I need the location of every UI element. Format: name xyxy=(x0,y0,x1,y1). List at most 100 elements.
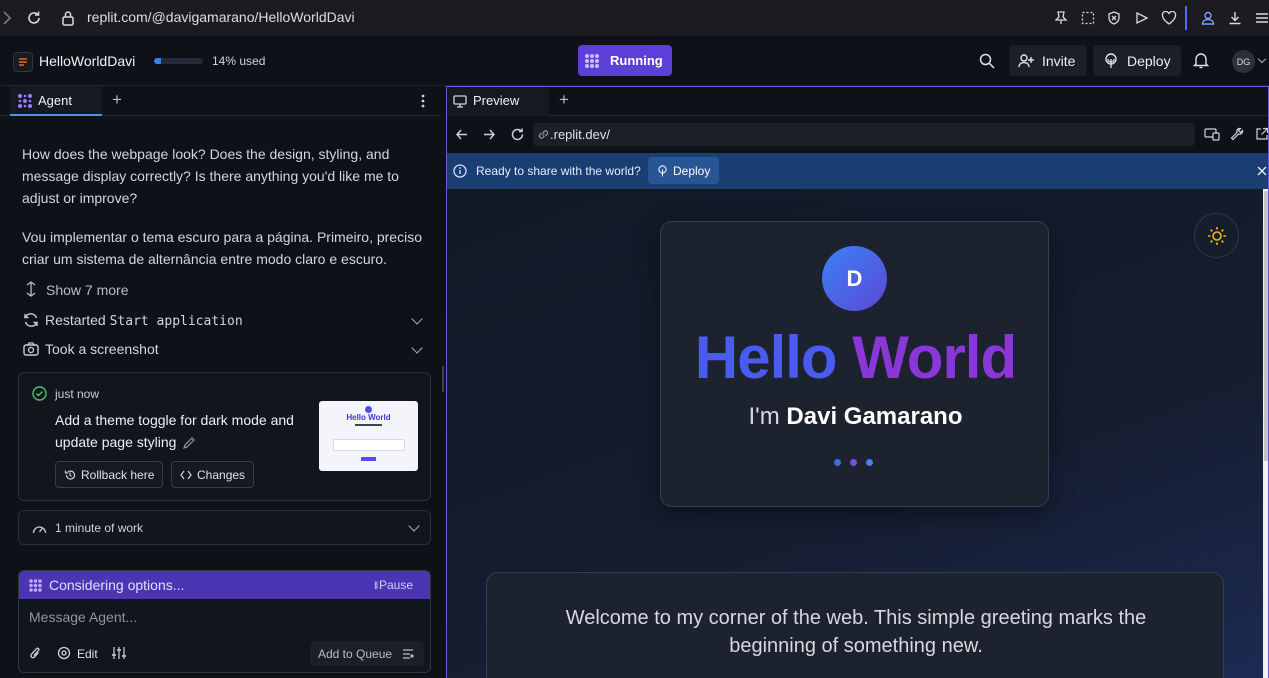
attach-icon[interactable] xyxy=(29,646,41,661)
tab-preview-label: Preview xyxy=(473,93,520,108)
checkpoint-time: just now xyxy=(55,387,100,401)
search-icon[interactable] xyxy=(979,53,995,69)
reload-icon[interactable] xyxy=(510,127,525,142)
restart-icon xyxy=(23,312,39,328)
download-icon[interactable] xyxy=(1228,11,1242,25)
project-name[interactable]: HelloWorldDavi xyxy=(39,53,135,69)
thumb-card xyxy=(333,439,405,451)
close-icon[interactable] xyxy=(1257,166,1267,176)
avatar-chevron-icon[interactable] xyxy=(1257,54,1267,64)
run-status-label: Running xyxy=(610,53,663,68)
profile-avatar: D xyxy=(822,246,887,311)
play-icon[interactable] xyxy=(1135,11,1149,25)
external-link-icon[interactable] xyxy=(1255,127,1268,141)
considering-label: Considering options... xyxy=(49,577,185,593)
lock-icon xyxy=(61,10,75,26)
edit-button[interactable]: Edit xyxy=(77,647,98,661)
browser-toolbar: replit.com/@davigamarano/HelloWorldDavi xyxy=(0,0,1269,36)
usage-bar xyxy=(154,58,203,64)
heart-icon[interactable] xyxy=(1161,11,1177,25)
welcome-card: Welcome to my corner of the web. This si… xyxy=(486,572,1224,678)
rollback-button[interactable]: Rollback here xyxy=(55,461,164,488)
menu-icon[interactable] xyxy=(1255,11,1269,25)
agent-message-2: Vou implementar o tema escuro para a pág… xyxy=(22,229,422,267)
subtitle-name: Davi Gamarano xyxy=(786,403,963,430)
back-icon[interactable] xyxy=(456,129,468,140)
toolbar-divider xyxy=(1185,6,1187,30)
chevron-down-icon[interactable] xyxy=(411,313,423,325)
account-icon[interactable] xyxy=(1201,11,1215,25)
thumb-avatar xyxy=(365,406,372,413)
checkpoint-card: just now Add a theme toggle for dark mod… xyxy=(18,372,431,501)
deploy-label: Deploy xyxy=(1127,52,1171,69)
forward-icon[interactable] xyxy=(2,11,12,25)
agent-spinner-icon xyxy=(28,578,43,593)
preview-page: D Hello World I'm Davi Gamarano Welcome … xyxy=(447,189,1263,678)
action-restart-code: Start application xyxy=(109,314,243,329)
hello-word: Hello xyxy=(694,324,838,391)
banner-text: Ready to share with the world? xyxy=(476,164,641,178)
work-summary-card[interactable]: 1 minute of work xyxy=(18,510,431,545)
tab-agent-label: Agent xyxy=(38,93,72,108)
usage-bar-fill xyxy=(154,58,161,64)
settings-sliders-icon[interactable] xyxy=(111,646,127,660)
deploy-button[interactable]: Deploy xyxy=(1093,45,1181,76)
dot xyxy=(866,459,873,466)
kebab-menu-icon[interactable] xyxy=(421,94,425,108)
sun-icon xyxy=(1207,226,1227,246)
add-to-queue-button[interactable]: Add to Queue xyxy=(310,641,424,666)
banner-deploy-button[interactable]: Deploy xyxy=(648,157,719,184)
preview-url-field[interactable]: .replit.dev/ xyxy=(533,123,1195,146)
wrench-icon[interactable] xyxy=(1230,127,1244,141)
reload-icon[interactable] xyxy=(26,10,42,26)
pause-button[interactable]: ǀǀ Pause xyxy=(374,578,413,592)
preview-address-row: .replit.dev/ xyxy=(447,116,1268,153)
action-screenshot[interactable]: Took a screenshot xyxy=(45,341,159,357)
considering-bar: Considering options... ǀǀ Pause xyxy=(19,571,430,599)
monitor-icon xyxy=(453,95,467,108)
address-bar[interactable]: replit.com/@davigamarano/HelloWorldDavi xyxy=(87,9,355,25)
thumb-button xyxy=(361,457,376,461)
chat-scroll[interactable]: How does the webpage look? Does the desi… xyxy=(0,116,441,566)
pencil-icon[interactable] xyxy=(182,436,196,450)
add-to-queue-label: Add to Queue xyxy=(318,646,393,661)
theme-toggle-button[interactable] xyxy=(1194,213,1239,258)
devices-icon[interactable] xyxy=(1204,128,1220,141)
run-status-button[interactable]: Running xyxy=(578,45,672,76)
tab-agent[interactable]: Agent xyxy=(10,86,102,116)
message-input[interactable]: Message Agent... xyxy=(29,609,137,625)
avatar-initials: DG xyxy=(1236,56,1251,67)
add-tab-icon[interactable]: + xyxy=(559,90,569,110)
preview-scrollbar-thumb[interactable] xyxy=(1264,191,1268,461)
project-menu-icon[interactable] xyxy=(13,52,33,72)
preview-scrollbar[interactable] xyxy=(1263,189,1268,678)
screenshot-icon[interactable] xyxy=(1081,11,1095,25)
link-icon xyxy=(537,128,550,141)
grid-icon xyxy=(584,53,600,69)
action-restart[interactable]: Restarted Start application xyxy=(45,312,243,329)
show-more-link[interactable]: Show 7 more xyxy=(46,282,128,298)
bell-icon[interactable] xyxy=(1193,52,1209,69)
changes-button[interactable]: Changes xyxy=(171,461,255,488)
forward-icon[interactable] xyxy=(483,129,495,140)
check-circle-icon xyxy=(32,386,47,401)
chevron-down-icon[interactable] xyxy=(411,342,423,354)
divider-handle xyxy=(442,366,444,392)
invite-button[interactable]: Invite xyxy=(1009,45,1087,76)
add-tab-icon[interactable]: + xyxy=(112,90,122,110)
workspace-header: HelloWorldDavi 14% used Running Invite D… xyxy=(0,36,1269,86)
tab-preview[interactable]: Preview xyxy=(447,87,549,116)
block-icon[interactable] xyxy=(1107,11,1121,25)
action-restart-prefix: Restarted xyxy=(45,312,110,328)
preview-tabbar: Preview + xyxy=(447,87,1268,116)
banner-deploy-label: Deploy xyxy=(673,163,711,178)
subtitle: I'm Davi Gamarano xyxy=(661,403,1050,431)
pin-icon[interactable] xyxy=(1054,11,1068,25)
dot xyxy=(850,459,857,466)
thumb-line xyxy=(355,424,382,426)
deploy-banner: Ready to share with the world? Deploy xyxy=(447,153,1268,189)
user-avatar[interactable]: DG xyxy=(1232,50,1255,73)
chevron-down-icon[interactable] xyxy=(408,520,420,532)
agent-message-1: message display correctly? Is there anyt… xyxy=(22,168,399,206)
checkpoint-thumbnail[interactable]: Hello World xyxy=(319,401,418,471)
